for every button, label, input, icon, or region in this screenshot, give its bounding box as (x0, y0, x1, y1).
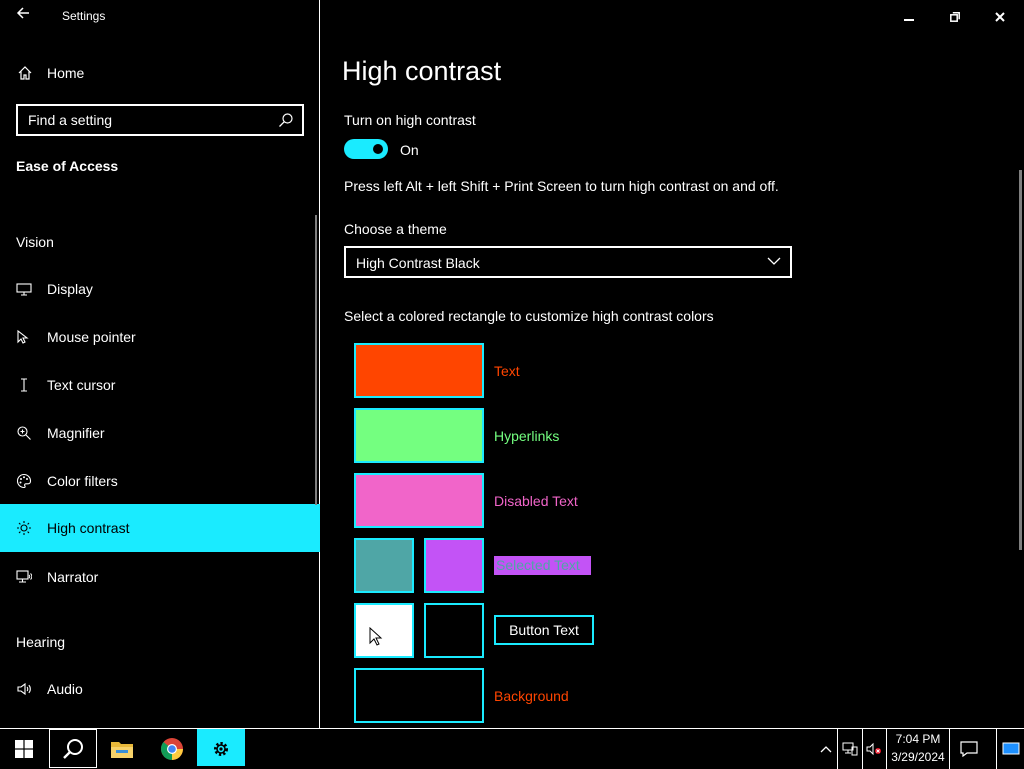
toggle-state: On (400, 142, 419, 158)
chevron-down-icon (766, 253, 782, 269)
hyperlinks-color-swatch[interactable] (354, 408, 484, 463)
sidebar-item-color-filters[interactable]: Color filters (0, 457, 320, 505)
sidebar: Settings Home Ease of Access Vision Disp… (0, 0, 320, 728)
background-color-label: Background (494, 688, 569, 704)
mouse-cursor-icon (369, 626, 383, 647)
clock-time: 7:04 PM (895, 732, 941, 746)
title-bar: Settings (0, 0, 320, 32)
minimize-icon[interactable] (886, 2, 932, 32)
selected-text-preview: Selected Text (494, 556, 591, 575)
hyperlinks-color-label: Hyperlinks (494, 428, 560, 444)
settings-app-icon[interactable] (197, 729, 245, 769)
search-icon[interactable] (278, 112, 294, 128)
category-heading: Ease of Access (16, 158, 119, 174)
sidebar-item-label: Magnifier (47, 425, 105, 441)
notifications-icon[interactable] (952, 729, 986, 769)
toggle-knob (373, 144, 383, 154)
shortcut-hint: Press left Alt + left Shift + Print Scre… (344, 178, 779, 194)
selected-text-bg-swatch[interactable] (354, 538, 414, 593)
search-input[interactable] (18, 106, 268, 134)
sidebar-item-mouse-pointer[interactable]: Mouse pointer (0, 313, 320, 361)
home-icon (17, 65, 33, 81)
narrator-icon (16, 569, 33, 585)
volume-muted-icon[interactable] (862, 729, 884, 769)
sidebar-item-label: Audio (47, 681, 83, 697)
sidebar-item-narrator[interactable]: Narrator (0, 553, 320, 601)
restore-icon[interactable] (932, 2, 978, 32)
sidebar-item-label: High contrast (47, 520, 130, 536)
background-color-swatch[interactable] (354, 668, 484, 723)
home-label: Home (47, 65, 85, 81)
search-box[interactable] (16, 104, 304, 136)
section-hearing: Hearing (16, 634, 66, 650)
theme-dropdown[interactable]: High Contrast Black (344, 246, 792, 278)
sidebar-item-high-contrast[interactable]: High contrast (0, 504, 320, 552)
start-icon[interactable] (0, 729, 48, 769)
system-clock[interactable]: 7:04 PM 3/29/2024 (886, 729, 950, 769)
sidebar-item-label: Color filters (47, 473, 118, 489)
settings-window: Settings Home Ease of Access Vision Disp… (0, 0, 1024, 728)
sidebar-item-label: Mouse pointer (47, 329, 136, 345)
sun-icon (16, 520, 32, 536)
clock-date: 3/29/2024 (891, 750, 945, 764)
sidebar-item-magnifier[interactable]: Magnifier (0, 409, 320, 457)
taskbar: 7:04 PM 3/29/2024 (0, 728, 1024, 769)
file-explorer-icon[interactable] (98, 729, 146, 769)
close-icon[interactable] (977, 2, 1023, 32)
theme-value: High Contrast Black (356, 255, 480, 271)
sidebar-item-home[interactable]: Home (0, 57, 320, 89)
sidebar-item-display[interactable]: Display (0, 265, 320, 313)
theme-label: Choose a theme (344, 221, 447, 237)
sidebar-item-text-cursor[interactable]: Text cursor (0, 361, 320, 409)
chevron-up-icon[interactable] (816, 729, 836, 769)
button-text-fg-swatch[interactable] (424, 603, 484, 658)
text-color-swatch[interactable] (354, 343, 484, 398)
main-scrollbar[interactable] (1019, 170, 1022, 550)
sidebar-item-label: Text cursor (47, 377, 116, 393)
text-color-label: Text (494, 363, 520, 379)
disabled-text-color-label: Disabled Text (494, 493, 578, 509)
toggle-label: Turn on high contrast (344, 112, 476, 128)
monitor-icon (16, 281, 32, 297)
show-desktop-icon[interactable] (996, 729, 1024, 769)
back-arrow-icon[interactable] (10, 6, 36, 28)
palette-icon (16, 473, 32, 489)
sidebar-item-label: Display (47, 281, 93, 297)
button-text-preview: Button Text (494, 615, 594, 645)
disabled-text-color-swatch[interactable] (354, 473, 484, 528)
network-icon[interactable] (837, 729, 861, 769)
high-contrast-toggle[interactable] (344, 139, 388, 159)
search-icon[interactable] (49, 729, 97, 768)
sidebar-scrollbar[interactable] (315, 215, 317, 505)
mouse-pointer-icon (16, 329, 32, 345)
main-content: High contrast Turn on high contrast On P… (321, 0, 1024, 728)
section-vision: Vision (16, 234, 54, 250)
chrome-icon[interactable] (148, 729, 196, 769)
colors-label: Select a colored rectangle to customize … (344, 308, 714, 324)
app-title: Settings (62, 9, 106, 23)
page-title: High contrast (342, 56, 502, 86)
magnifier-icon (16, 425, 32, 441)
selected-text-fg-swatch[interactable] (424, 538, 484, 593)
sidebar-item-audio[interactable]: Audio (0, 665, 320, 713)
sidebar-item-label: Narrator (47, 569, 99, 585)
button-text-bg-swatch[interactable] (354, 603, 414, 658)
text-cursor-icon (16, 377, 32, 393)
speaker-icon (16, 681, 32, 697)
